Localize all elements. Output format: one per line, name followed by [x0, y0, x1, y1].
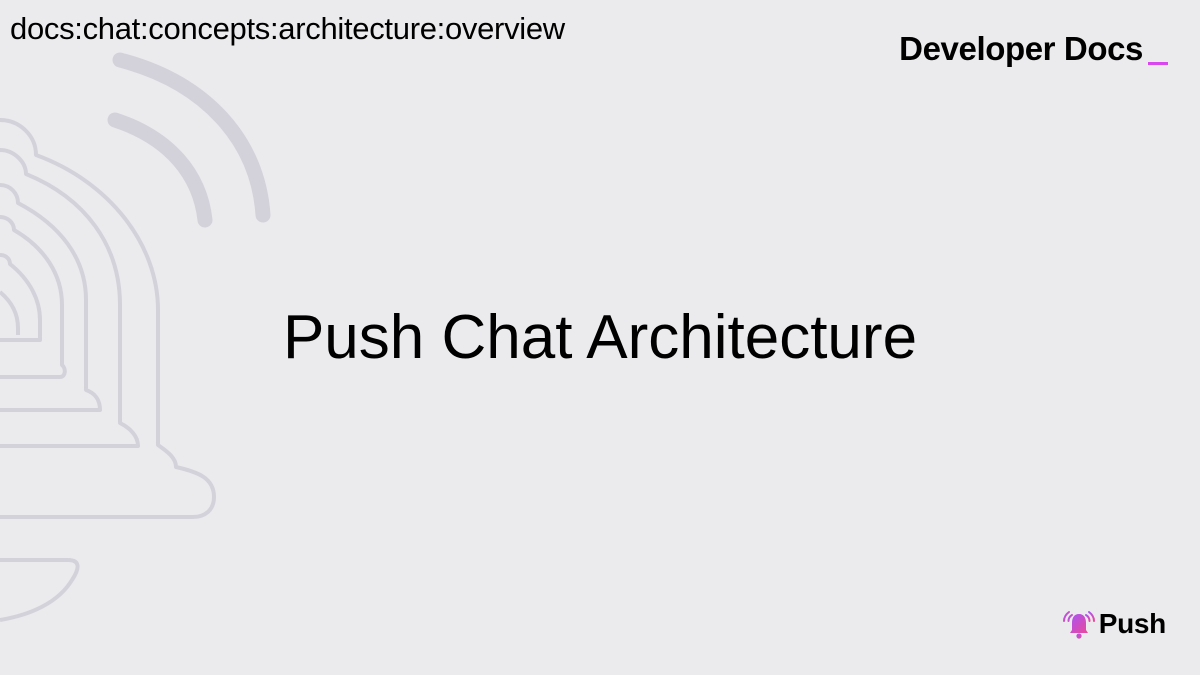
brand-cursor [1148, 62, 1168, 65]
logo-text: Push [1098, 608, 1167, 639]
push-logo[interactable]: Push [1061, 606, 1166, 642]
page-title: Push Chat Architecture [282, 303, 918, 372]
brand-title: Developer Docs [899, 30, 1143, 67]
slide: docs:chat:concepts:architecture:overview… [0, 0, 1200, 675]
breadcrumb[interactable]: docs:chat:concepts:architecture:overview [10, 11, 565, 47]
site-brand[interactable]: Developer Docs [899, 30, 1168, 68]
bell-icon [1062, 611, 1095, 639]
